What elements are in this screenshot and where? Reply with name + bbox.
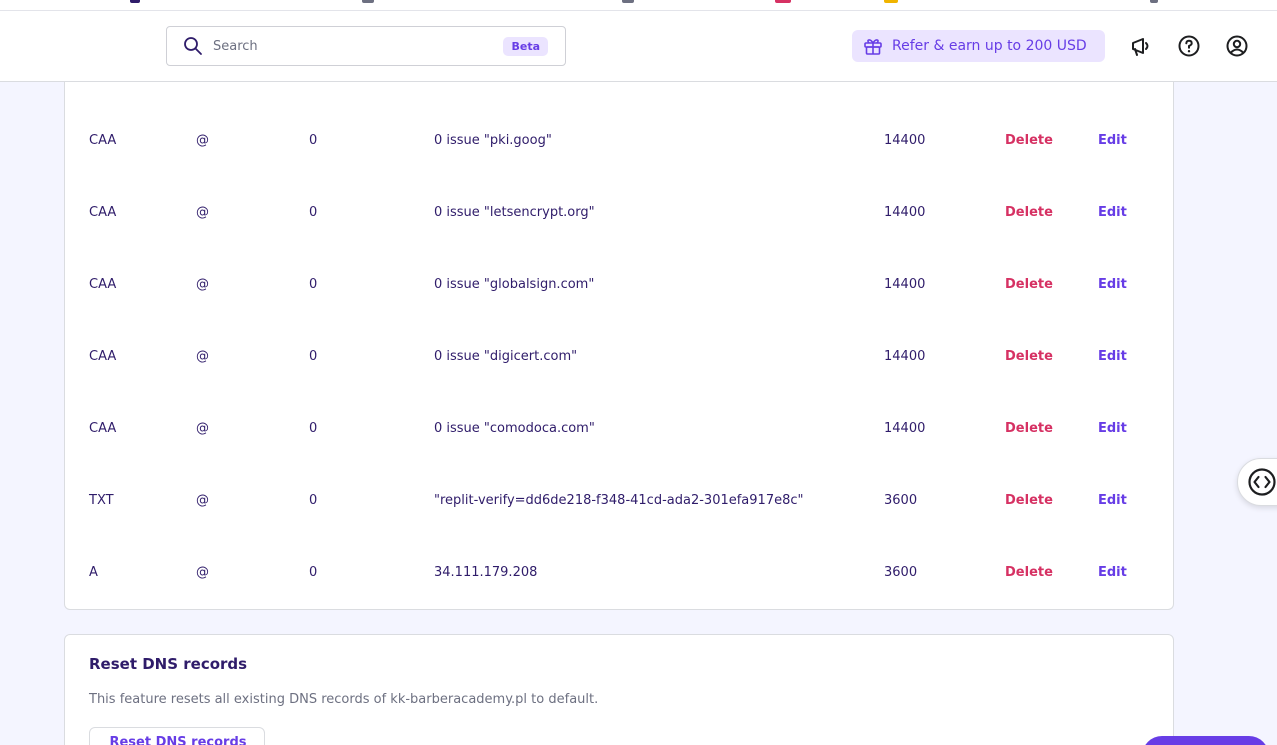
record-priority: 0 [309, 421, 318, 436]
record-content: 34.111.179.208 [434, 565, 538, 580]
nav-icon-fragment [362, 0, 374, 3]
nav-icon-fragment [130, 0, 140, 3]
reset-dns-button[interactable]: Reset DNS records [89, 727, 265, 745]
record-content: 0 issue "globalsign.com" [434, 277, 595, 292]
edit-button[interactable]: Edit [1098, 465, 1127, 537]
edit-button[interactable]: Edit [1098, 177, 1127, 249]
record-type: CAA [89, 205, 117, 220]
record-priority: 0 [309, 133, 318, 148]
record-ttl: 3600 [884, 493, 918, 508]
delete-button[interactable]: Delete [1005, 537, 1053, 609]
record-type: A [89, 565, 98, 580]
code-icon [1248, 468, 1276, 496]
table-row: CAA @ 0 0 issue "digicert.com" 14400 Del… [65, 321, 1173, 393]
megaphone-icon[interactable] [1129, 34, 1153, 58]
record-name: @ [196, 277, 209, 292]
chat-button[interactable] [1142, 736, 1269, 745]
dns-records-table: CAA @ 0 0 issue "pki.goog" 14400 Delete … [64, 82, 1174, 610]
record-name: @ [196, 421, 209, 436]
record-name: @ [196, 565, 209, 580]
record-ttl: 14400 [884, 277, 926, 292]
edit-button[interactable]: Edit [1098, 393, 1127, 465]
record-priority: 0 [309, 565, 318, 580]
flag-icon-fragment [775, 0, 791, 3]
record-type: CAA [89, 133, 117, 148]
record-name: @ [196, 349, 209, 364]
search-input[interactable]: Search Beta [166, 26, 566, 66]
delete-button[interactable]: Delete [1005, 321, 1053, 393]
record-ttl: 14400 [884, 205, 926, 220]
record-priority: 0 [309, 493, 318, 508]
refer-and-earn-button[interactable]: Refer & earn up to 200 USD [852, 30, 1105, 62]
edit-button[interactable]: Edit [1098, 537, 1127, 609]
record-ttl: 3600 [884, 565, 918, 580]
record-priority: 0 [309, 349, 318, 364]
gift-icon-fragment [884, 0, 898, 3]
reset-dns-card: Reset DNS records This feature resets al… [64, 634, 1174, 745]
record-priority: 0 [309, 205, 318, 220]
delete-button[interactable]: Delete [1005, 393, 1053, 465]
account-icon[interactable] [1225, 34, 1249, 58]
record-content: "replit-verify=dd6de218-f348-41cd-ada2-3… [434, 493, 804, 508]
record-content: 0 issue "pki.goog" [434, 133, 552, 148]
table-row: A @ 0 34.111.179.208 3600 Delete Edit [65, 537, 1173, 609]
record-name: @ [196, 133, 209, 148]
code-widget-tab[interactable] [1237, 458, 1277, 506]
table-row: CAA @ 0 0 issue "comodoca.com" 14400 Del… [65, 393, 1173, 465]
table-row: CAA @ 0 0 issue "pki.goog" 14400 Delete … [65, 105, 1173, 177]
nav-icon-fragment [622, 0, 634, 3]
beta-badge: Beta [503, 36, 548, 56]
record-name: @ [196, 493, 209, 508]
edit-button[interactable]: Edit [1098, 249, 1127, 321]
edit-button[interactable]: Edit [1098, 105, 1127, 177]
record-content: 0 issue "digicert.com" [434, 349, 578, 364]
table-row: TXT @ 0 "replit-verify=dd6de218-f348-41c… [65, 465, 1173, 537]
delete-button[interactable]: Delete [1005, 105, 1053, 177]
record-ttl: 14400 [884, 421, 926, 436]
help-icon[interactable] [1177, 34, 1201, 58]
table-row: CAA @ 0 0 issue "letsencrypt.org" 14400 … [65, 177, 1173, 249]
edit-button[interactable]: Edit [1098, 321, 1127, 393]
record-type: CAA [89, 349, 117, 364]
reset-dns-title: Reset DNS records [89, 655, 248, 673]
record-type: TXT [89, 493, 114, 508]
reset-dns-description: This feature resets all existing DNS rec… [89, 692, 599, 707]
delete-button[interactable]: Delete [1005, 177, 1053, 249]
record-content: 0 issue "letsencrypt.org" [434, 205, 595, 220]
search-icon [184, 37, 202, 55]
record-content: 0 issue "comodoca.com" [434, 421, 595, 436]
top-header: Search Beta Refer & earn up to 200 USD [0, 11, 1277, 82]
delete-button[interactable]: Delete [1005, 249, 1053, 321]
table-row: CAA @ 0 0 issue "globalsign.com" 14400 D… [65, 249, 1173, 321]
record-priority: 0 [309, 277, 318, 292]
record-ttl: 14400 [884, 133, 926, 148]
delete-button[interactable]: Delete [1005, 465, 1053, 537]
top-navigation-strip [0, 0, 1277, 11]
record-type: CAA [89, 421, 117, 436]
record-ttl: 14400 [884, 349, 926, 364]
search-placeholder[interactable]: Search [213, 39, 503, 54]
gift-icon [864, 39, 882, 55]
refer-label: Refer & earn up to 200 USD [892, 38, 1087, 54]
nav-icon-fragment [1150, 0, 1158, 3]
record-type: CAA [89, 277, 117, 292]
record-name: @ [196, 205, 209, 220]
